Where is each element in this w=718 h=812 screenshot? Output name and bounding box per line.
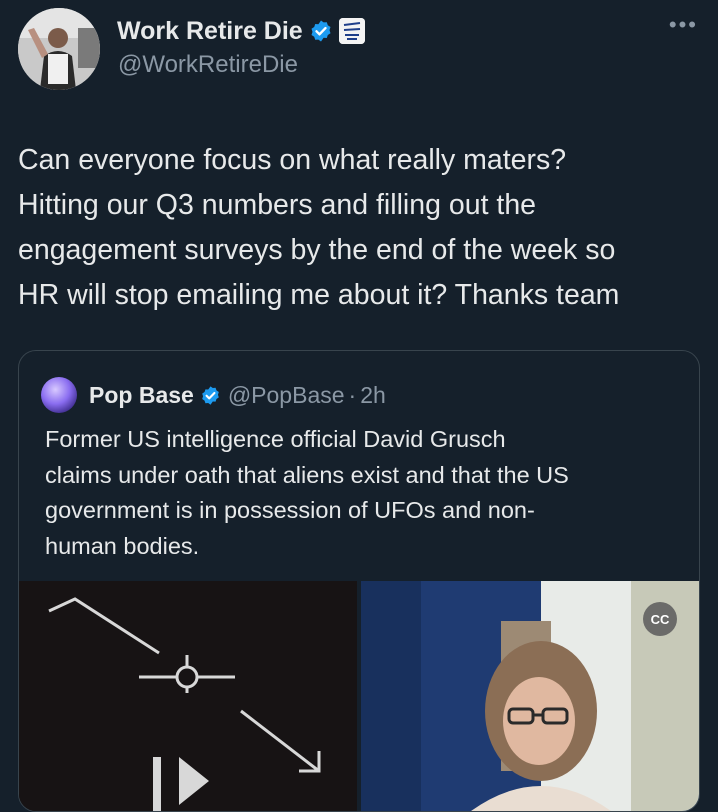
quote-author-avatar[interactable]: [41, 377, 77, 413]
affiliate-logo-icon: [338, 18, 365, 44]
quote-author-name[interactable]: Pop Base: [89, 382, 194, 409]
tweet-line: engagement surveys by the end of the wee…: [18, 234, 616, 266]
person-photo-icon: [18, 8, 100, 90]
captions-icon[interactable]: CC: [643, 602, 677, 636]
quoted-tweet[interactable]: Pop Base @PopBase · 2h Former US intelli…: [18, 350, 700, 812]
author-display-name[interactable]: Work Retire Die: [117, 17, 303, 46]
tweet-line: Hitting our Q3 numbers and filling out t…: [18, 189, 537, 221]
quote-line: claims under oath that aliens exist and …: [45, 461, 569, 488]
quote-line: human bodies.: [45, 532, 200, 559]
tweet-line: Can everyone focus on what really maters…: [18, 144, 567, 176]
tweet-text: Can everyone focus on what really maters…: [18, 138, 708, 318]
more-options-icon[interactable]: •••: [669, 14, 698, 36]
separator-dot: ·: [348, 381, 357, 408]
author-avatar[interactable]: [18, 8, 100, 90]
verified-badge-icon: [311, 20, 331, 42]
quote-line: Former US intelligence official David Gr…: [45, 426, 506, 452]
quote-line: government is in possession of UFOs and …: [45, 497, 535, 523]
tweet-line: HR will stop emailing me about it? Thank…: [18, 279, 620, 311]
author-name-row: Work Retire Die: [117, 14, 365, 48]
affiliate-badge-icon[interactable]: [338, 18, 365, 44]
author-handle[interactable]: @WorkRetireDie: [118, 51, 298, 79]
quote-timestamp[interactable]: 2h: [360, 382, 386, 409]
quote-author-handle[interactable]: @PopBase: [228, 382, 345, 409]
quote-author-row: Pop Base @PopBase · 2h: [89, 377, 386, 413]
verified-badge-icon: [202, 385, 219, 405]
quote-text: Former US intelligence official David Gr…: [45, 422, 685, 564]
